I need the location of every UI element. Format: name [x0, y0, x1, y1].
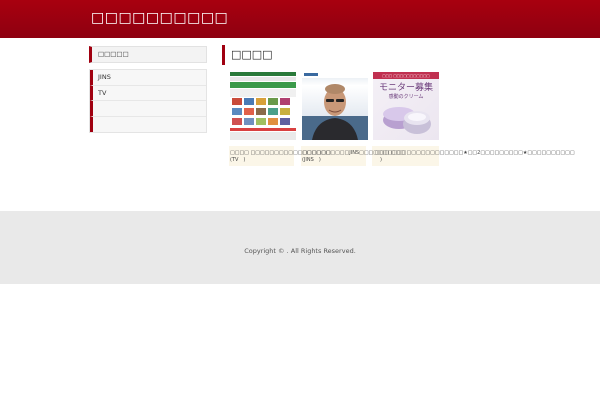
article-card-3[interactable]: □□□ □□□□□□□□□□□ モニター募集 感動のクリーム [373, 72, 440, 140]
article-caption-2-sub: (JINS ) [302, 157, 321, 163]
article-thumbnail-2[interactable] [302, 72, 368, 140]
article-card-1[interactable] [230, 72, 297, 140]
article-caption-3[interactable]: □□□ □□□ □□□□□□□□□□□□★□□2□□□□□□□□□★□□□□□□… [375, 150, 575, 157]
sidebar-heading: □□□□□ [89, 46, 207, 63]
site-title[interactable]: □□□□□□□□□□ [91, 10, 228, 26]
content-heading: □□□□ [222, 45, 273, 65]
sidebar-item-3[interactable] [90, 101, 206, 117]
copyright-text: Copyright © . All Rights Reserved. [244, 247, 356, 255]
sidebar-menu: JINS TV [89, 69, 207, 133]
ad-subtitle: 感動のクリーム [389, 93, 424, 100]
article-thumbnail-3[interactable]: □□□ □□□□□□□□□□□ モニター募集 感動のクリーム [373, 72, 439, 140]
sidebar-item-4[interactable] [90, 116, 206, 132]
portrait-photo [302, 72, 368, 140]
site-footer: Copyright © . All Rights Reserved. [0, 211, 600, 284]
sidebar-item-jins[interactable]: JINS [90, 70, 206, 86]
sidebar-item-tv[interactable]: TV [90, 85, 206, 101]
ad-top-text: □□□ □□□□□□□□□□□ [382, 74, 429, 78]
article-caption-3-sub: ) [375, 157, 382, 163]
ad-title: モニター募集 [379, 81, 433, 93]
article-thumbnail-1[interactable] [230, 72, 296, 140]
article-card-2[interactable] [302, 72, 369, 140]
site-header: □□□□□□□□□□ [0, 0, 600, 38]
article-caption-1-sub: (TV ) [230, 157, 246, 163]
cream-ad-image: □□□ □□□□□□□□□□□ モニター募集 感動のクリーム [373, 72, 439, 134]
